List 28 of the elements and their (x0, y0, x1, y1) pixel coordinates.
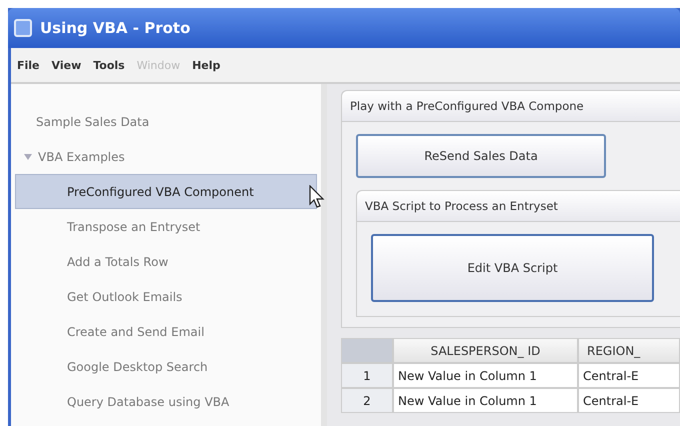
row-number: 2 (341, 388, 393, 413)
menu-item[interactable]: Help (192, 58, 220, 72)
menu-item[interactable]: Tools (93, 58, 125, 72)
group-title: Play with a PreConfigured VBA Compone (342, 91, 680, 122)
expand-triangle-icon[interactable] (24, 152, 32, 160)
window-title: Using VBA - Proto (40, 19, 190, 37)
tree-item[interactable]: Sample Sales Data (11, 104, 321, 139)
row-number: 1 (341, 363, 393, 388)
tree-item[interactable]: Transpose an Entryset (11, 209, 321, 244)
column-header[interactable]: REGION_ (578, 338, 680, 363)
group-title: VBA Script to Process an Entryset (357, 191, 680, 222)
table-cell: Central-E (578, 388, 680, 413)
resend-button[interactable]: ReSend Sales Data (356, 134, 606, 178)
tree-item[interactable]: Get Outlook Emails (11, 279, 321, 314)
tree-item[interactable]: Create and Send Email (11, 314, 321, 349)
edit-script-button[interactable]: Edit VBA Script (371, 234, 654, 302)
tree-item[interactable]: Query Database using VBA (11, 384, 321, 419)
tree-item[interactable]: Add a Totals Row (11, 244, 321, 279)
tree-item[interactable]: VBA Examples (11, 139, 321, 174)
window-icon (14, 19, 32, 37)
table-cell: New Value in Column 1 (393, 388, 578, 413)
menu-item[interactable]: View (52, 58, 82, 72)
table-cell: New Value in Column 1 (393, 363, 578, 388)
column-header[interactable]: SALESPERSON_ ID (393, 338, 578, 363)
tree-item[interactable]: Google Desktop Search (11, 349, 321, 384)
menu-item[interactable]: File (17, 58, 40, 72)
corner-cell (341, 338, 393, 363)
table-cell: Central-E (578, 363, 680, 388)
